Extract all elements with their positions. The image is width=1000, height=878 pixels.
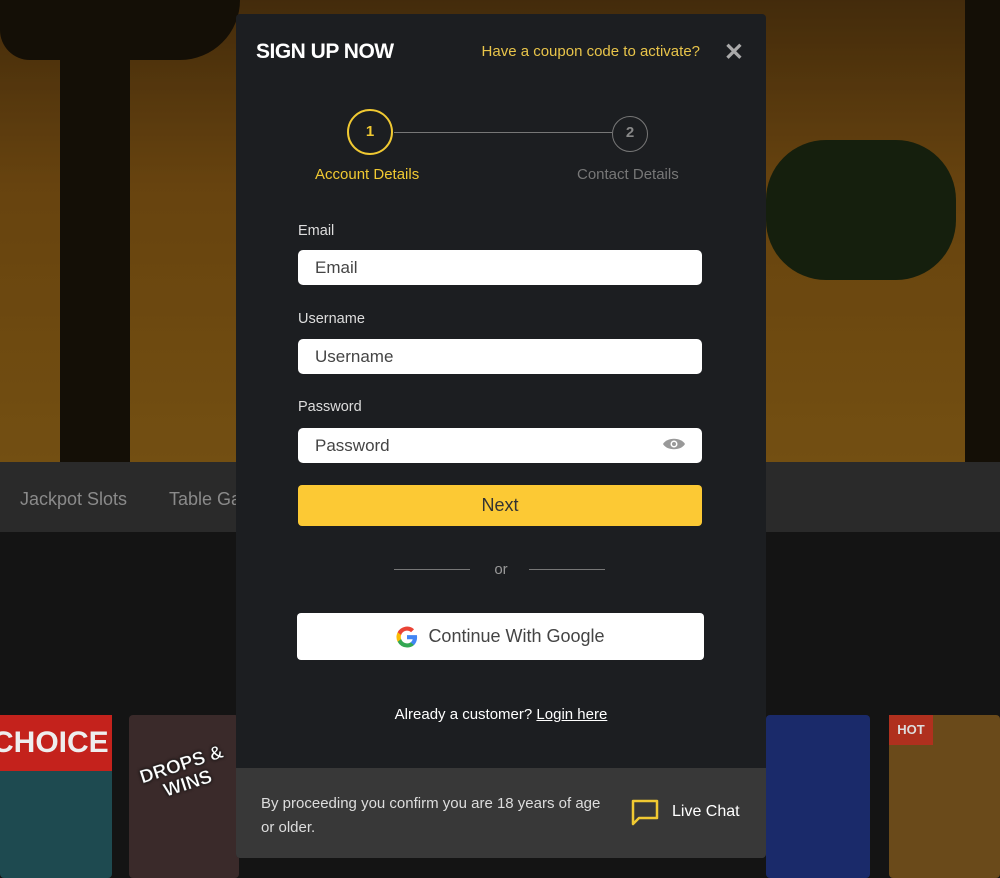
chat-bubble-icon [631,799,659,826]
age-confirmation-text: By proceeding you confirm you are 18 yea… [261,795,601,836]
step-1-indicator: 1 [347,109,393,155]
login-link[interactable]: Login here [536,706,607,723]
live-chat-label: Live Chat [672,803,740,820]
already-customer-text: Already a customer? Login here [236,706,766,723]
password-field[interactable] [298,428,702,463]
email-label: Email [298,223,335,239]
already-customer-label: Already a customer? [394,706,533,723]
or-label: or [494,561,508,578]
google-icon [396,626,418,648]
live-chat-button[interactable]: Live Chat [630,798,740,826]
username-label: Username [298,311,365,327]
step-2-label: Contact Details [577,166,679,183]
show-password-eye-icon[interactable] [662,437,686,451]
divider-right [529,569,605,570]
stepper-line [394,132,612,133]
google-button-label: Continue With Google [428,626,605,646]
username-field[interactable] [298,339,702,374]
game-tile-7s[interactable] [766,715,870,878]
continue-with-google-button[interactable]: Continue With Google [297,613,704,660]
password-label: Password [298,399,362,415]
email-field[interactable] [298,250,702,285]
next-button[interactable]: Next [298,485,702,526]
step-1-label: Account Details [315,166,420,183]
step-2-indicator: 2 [612,116,648,152]
close-icon[interactable]: ✕ [724,38,744,67]
nav-jackpot-slots[interactable]: Jackpot Slots [20,489,127,510]
choice-banner: CHOICE [0,715,112,771]
hot-badge: HOT [889,715,933,745]
modal-footer: By proceeding you confirm you are 18 yea… [236,768,766,858]
coupon-link[interactable]: Have a coupon code to activate? [482,43,700,60]
signup-modal: SIGN UP NOW Have a coupon code to activa… [236,14,766,858]
modal-title: SIGN UP NOW [256,40,394,63]
